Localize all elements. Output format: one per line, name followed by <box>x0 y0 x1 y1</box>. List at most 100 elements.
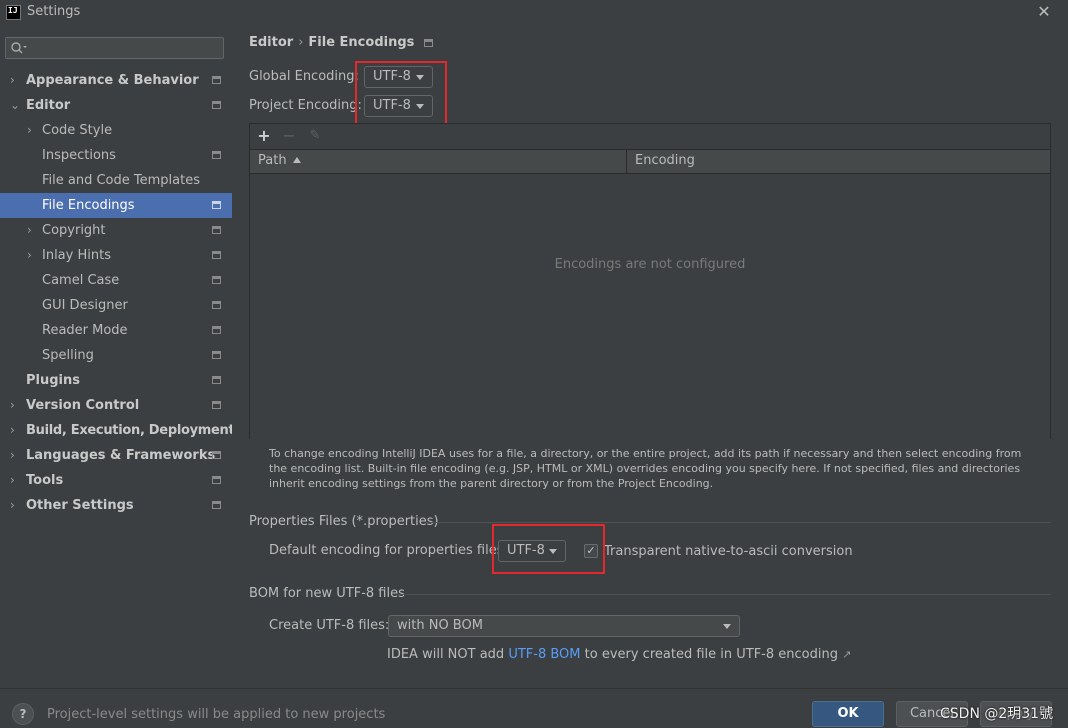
sidebar-item-build-execution-deployment[interactable]: › Build, Execution, Deployment <box>0 418 235 443</box>
chevron-right-icon: › <box>10 498 15 512</box>
search-input[interactable] <box>5 37 224 59</box>
sidebar-item-label: Appearance & Behavior <box>26 73 199 88</box>
project-scope-icon <box>212 101 221 109</box>
intellij-logo-icon: IJ <box>6 5 21 20</box>
sidebar-item-copyright[interactable]: › Copyright <box>0 218 232 243</box>
settings-sidebar: › Appearance & Behavior ⌄ Editor › Code … <box>0 26 235 688</box>
properties-section-title: Properties Files (*.properties) <box>249 514 439 529</box>
sidebar-item-reader-mode[interactable]: Reader Mode <box>0 318 232 343</box>
sidebar-item-label: Tools <box>26 473 64 488</box>
bom-section-title: BOM for new UTF-8 files <box>249 586 405 601</box>
table-toolbar: + − ✎ <box>250 124 1050 149</box>
column-label: Path <box>258 153 287 168</box>
sidebar-item-editor[interactable]: ⌄ Editor <box>0 93 232 118</box>
sidebar-item-label: Other Settings <box>26 498 134 513</box>
chevron-right-icon: › <box>10 473 15 487</box>
sidebar-item-version-control[interactable]: › Version Control <box>0 393 232 418</box>
bom-note: IDEA will NOT add UTF-8 BOM to every cre… <box>387 647 851 662</box>
column-header-encoding[interactable]: Encoding <box>635 153 695 168</box>
sort-ascending-icon <box>292 157 301 163</box>
table-body[interactable]: Encodings are not configured <box>250 175 1050 439</box>
bom-note-prefix: IDEA will NOT add <box>387 647 509 662</box>
search-icon <box>11 42 27 54</box>
sidebar-item-label: Inspections <box>42 148 116 163</box>
remove-icon[interactable]: − <box>279 126 299 146</box>
edit-icon[interactable]: ✎ <box>305 126 325 146</box>
chevron-right-icon: › <box>10 73 15 87</box>
bom-note-suffix: to every created file in UTF-8 encoding <box>580 647 838 662</box>
dialog-footer: ? Project-level settings will be applied… <box>0 688 1068 728</box>
project-scope-icon <box>424 38 434 47</box>
table-header: Path Encoding <box>250 149 1050 174</box>
project-scope-icon <box>212 151 221 159</box>
project-scope-icon <box>212 251 221 259</box>
settings-content: Editor › File Encodings Global Encoding: U… <box>232 26 1068 688</box>
project-scope-icon <box>212 451 221 459</box>
highlight-box <box>355 61 447 128</box>
sidebar-item-inlay-hints[interactable]: › Inlay Hints <box>0 243 232 268</box>
project-scope-icon <box>212 326 221 334</box>
breadcrumb-parent[interactable]: Editor <box>249 35 293 50</box>
window-title: Settings <box>27 4 81 19</box>
encodings-table: + − ✎ Path Encoding Encodings are not co… <box>249 123 1051 439</box>
empty-state-text: Encodings are not configured <box>554 257 746 272</box>
sidebar-item-appearance-behavior[interactable]: › Appearance & Behavior <box>0 68 232 93</box>
close-icon[interactable]: ✕ <box>1034 2 1054 22</box>
sidebar-item-file-encodings[interactable]: File Encodings <box>0 193 232 218</box>
footer-note: Project-level settings will be applied t… <box>47 707 386 722</box>
sidebar-item-label: GUI Designer <box>42 298 128 313</box>
project-scope-icon <box>212 226 221 234</box>
column-divider[interactable] <box>626 150 627 174</box>
project-scope-icon <box>212 301 221 309</box>
bom-create-label: Create UTF-8 files: <box>269 618 390 633</box>
chevron-down-icon: ⌄ <box>10 98 21 112</box>
sidebar-item-inspections[interactable]: Inspections <box>0 143 232 168</box>
project-scope-icon <box>212 76 221 84</box>
add-icon[interactable]: + <box>254 126 274 146</box>
sidebar-item-gui-designer[interactable]: GUI Designer <box>0 293 232 318</box>
title-bar: IJ Settings ✕ <box>0 0 1068 26</box>
sidebar-item-label: File Encodings <box>42 198 135 213</box>
native-to-ascii-label[interactable]: Transparent native-to-ascii conversion <box>604 544 853 559</box>
highlight-box <box>492 524 605 574</box>
sidebar-item-label: Languages & Frameworks <box>26 448 216 463</box>
column-header-path[interactable]: Path <box>258 153 301 168</box>
project-scope-icon <box>212 276 221 284</box>
sidebar-item-tools[interactable]: › Tools <box>0 468 232 493</box>
sidebar-item-label: Version Control <box>26 398 140 413</box>
sidebar-item-label: Build, Execution, Deployment <box>26 423 235 438</box>
sidebar-item-spelling[interactable]: Spelling <box>0 343 232 368</box>
encoding-help-text: To change encoding IntelliJ IDEA uses fo… <box>269 447 1022 490</box>
chevron-right-icon: › <box>10 448 15 462</box>
project-encoding-label: Project Encoding: <box>249 98 362 113</box>
sidebar-item-label: Inlay Hints <box>42 248 111 263</box>
sidebar-item-label: Code Style <box>42 123 113 138</box>
bom-create-value: with NO BOM <box>397 618 483 633</box>
sidebar-item-code-style[interactable]: › Code Style <box>0 118 232 143</box>
sidebar-item-other-settings[interactable]: › Other Settings <box>0 493 232 518</box>
sidebar-item-languages-frameworks[interactable]: › Languages & Frameworks <box>0 443 232 468</box>
sidebar-item-file-code-templates[interactable]: File and Code Templates <box>0 168 232 193</box>
breadcrumb: Editor › File Encodings <box>249 35 434 50</box>
bom-create-select[interactable]: with NO BOM <box>388 615 740 637</box>
sidebar-item-camel-case[interactable]: Camel Case <box>0 268 232 293</box>
sidebar-item-label: Reader Mode <box>42 323 128 338</box>
sidebar-item-plugins[interactable]: Plugins <box>0 368 232 393</box>
ok-button[interactable]: OK <box>812 701 884 727</box>
project-scope-icon <box>212 376 221 384</box>
properties-encoding-label: Default encoding for properties files: <box>269 543 508 558</box>
project-scope-icon <box>212 501 221 509</box>
watermark: CSDN @2玥31號 <box>940 706 1054 722</box>
chevron-right-icon: › <box>10 423 15 437</box>
chevron-right-icon: › <box>27 223 32 237</box>
project-scope-icon <box>212 476 221 484</box>
help-icon[interactable]: ? <box>12 703 34 725</box>
sidebar-item-label: Camel Case <box>42 273 120 288</box>
sidebar-item-label: Copyright <box>42 223 106 238</box>
chevron-right-icon: › <box>10 398 15 412</box>
sidebar-item-label: Plugins <box>26 373 80 388</box>
breadcrumb-current: File Encodings <box>308 35 415 50</box>
utf8-bom-link[interactable]: UTF-8 BOM <box>508 647 580 662</box>
section-divider <box>426 522 1051 523</box>
breadcrumb-separator: › <box>298 35 304 50</box>
